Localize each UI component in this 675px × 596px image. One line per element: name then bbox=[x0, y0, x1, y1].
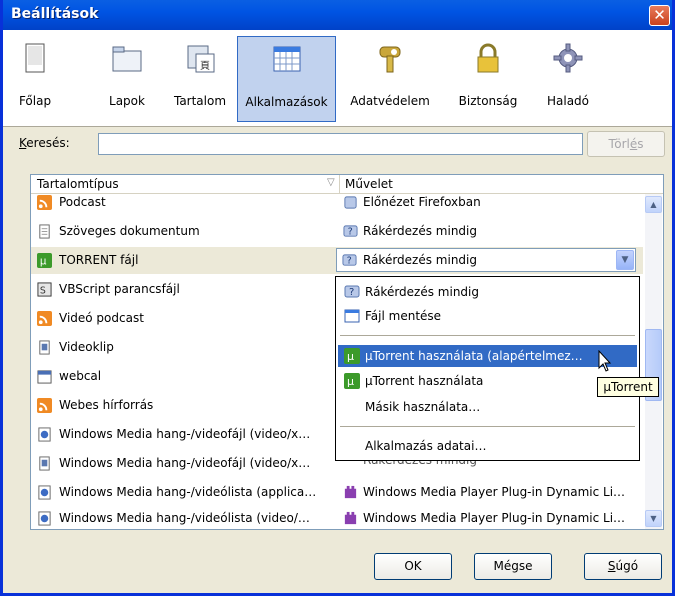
text-document-icon bbox=[39, 224, 50, 239]
tab-main-label: Főlap bbox=[18, 94, 52, 108]
security-icon bbox=[477, 43, 499, 73]
window-title: Beállítások bbox=[11, 6, 99, 22]
feed-icon bbox=[37, 195, 52, 210]
tab-privacy-label: Adatvédelem bbox=[350, 94, 430, 108]
tab-advanced-label: Haladó bbox=[546, 94, 590, 108]
svg-text:S: S bbox=[40, 285, 46, 296]
tab-applications-label: Alkalmazások bbox=[245, 95, 328, 109]
tab-main[interactable]: Főlap bbox=[10, 36, 60, 122]
windows-media-icon bbox=[38, 511, 51, 526]
svg-text:?: ? bbox=[347, 255, 352, 266]
settings-window: Beállítások ✕ Főlap Lapok 頁 Tartalom Alk… bbox=[0, 0, 675, 596]
cancel-button[interactable]: Mégse bbox=[474, 553, 552, 580]
menu-item-app-details[interactable]: Alkalmazás adatai… bbox=[338, 435, 637, 457]
menu-item-save-file[interactable]: Fájl mentése bbox=[338, 305, 637, 327]
menu-separator bbox=[340, 335, 635, 336]
menu-item-always-ask[interactable]: ? Rákérdezés mindig bbox=[338, 281, 637, 303]
script-icon: S bbox=[37, 282, 52, 297]
svg-text:頁: 頁 bbox=[200, 60, 210, 72]
content-icon: 頁 bbox=[187, 45, 215, 73]
chevron-down-icon: ▼ bbox=[650, 514, 657, 523]
help-button[interactable]: Súgó bbox=[584, 553, 662, 580]
tab-applications[interactable]: Alkalmazások bbox=[237, 36, 336, 122]
utorrent-icon: µ bbox=[37, 253, 52, 268]
search-input[interactable] bbox=[98, 133, 583, 155]
plugin-icon bbox=[344, 511, 357, 525]
windows-media-icon bbox=[38, 485, 51, 500]
svg-text:?: ? bbox=[348, 226, 353, 237]
table-row[interactable]: Podcast Előnézet Firefoxban bbox=[31, 189, 643, 216]
menu-item-utorrent[interactable]: µ µTorrent használata bbox=[338, 370, 637, 392]
tab-privacy[interactable]: Adatvédelem bbox=[345, 36, 435, 122]
ask-icon: ? bbox=[344, 285, 360, 298]
table-row[interactable]: Windows Media hang-/videólista (video/… … bbox=[31, 505, 643, 529]
svg-text:µ: µ bbox=[347, 350, 354, 363]
video-clip-icon bbox=[39, 456, 50, 471]
advanced-icon bbox=[553, 43, 583, 73]
tooltip: µTorrent bbox=[597, 377, 659, 397]
calendar-icon bbox=[37, 370, 52, 384]
svg-text:µ: µ bbox=[347, 375, 354, 388]
close-button[interactable]: ✕ bbox=[649, 5, 670, 26]
feed-icon bbox=[37, 398, 52, 413]
menu-item-use-other[interactable]: Másik használata… bbox=[338, 396, 637, 418]
mouse-cursor-icon bbox=[598, 350, 612, 372]
privacy-icon bbox=[379, 46, 401, 73]
sort-icon: ▽ bbox=[327, 177, 335, 188]
svg-text:µ: µ bbox=[40, 255, 47, 267]
utorrent-icon: µ bbox=[344, 373, 360, 389]
tab-content-label: Tartalom bbox=[173, 94, 227, 108]
applications-icon bbox=[273, 46, 300, 72]
chevron-down-icon[interactable]: ▼ bbox=[616, 250, 634, 270]
search-label: Keresés: bbox=[19, 136, 70, 150]
ask-icon: ? bbox=[343, 225, 358, 237]
tab-security-label: Biztonság bbox=[458, 94, 518, 108]
main-page-icon bbox=[25, 43, 45, 73]
ok-button[interactable]: OK bbox=[374, 553, 452, 580]
utorrent-icon: µ bbox=[344, 348, 360, 364]
tab-advanced[interactable]: Haladó bbox=[543, 36, 593, 122]
save-file-icon bbox=[344, 309, 360, 323]
preferences-toolbar: Főlap Lapok 頁 Tartalom Alkalmazások Adat… bbox=[3, 30, 672, 127]
tab-tabs-label: Lapok bbox=[109, 94, 145, 108]
title-bar[interactable]: Beállítások ✕ bbox=[3, 0, 672, 30]
clear-button[interactable]: Törlés bbox=[587, 131, 665, 157]
ask-icon: ? bbox=[342, 254, 357, 266]
table-row[interactable]: Szöveges dokumentum ? Rákérdezés mindig bbox=[31, 218, 643, 245]
menu-item-utorrent-default[interactable]: µ µTorrent használata (alapértelmez… bbox=[338, 345, 637, 367]
close-icon: ✕ bbox=[653, 6, 666, 24]
scroll-down-button[interactable]: ▼ bbox=[645, 510, 662, 527]
tab-tabs[interactable]: Lapok bbox=[102, 36, 152, 122]
tabs-icon bbox=[112, 46, 142, 72]
scroll-up-button[interactable]: ▲ bbox=[645, 196, 662, 213]
action-select[interactable]: ? Rákérdezés mindig ▼ bbox=[336, 248, 636, 272]
windows-media-icon bbox=[38, 427, 51, 442]
feed-icon bbox=[37, 311, 52, 326]
chevron-up-icon: ▲ bbox=[650, 200, 657, 209]
menu-separator bbox=[340, 426, 635, 427]
vertical-scrollbar[interactable]: ▲ ▼ bbox=[645, 194, 662, 529]
preview-icon bbox=[344, 196, 357, 209]
action-dropdown-menu: ? Rákérdezés mindig Fájl mentése µ µTorr… bbox=[335, 276, 640, 461]
svg-text:?: ? bbox=[349, 287, 354, 298]
table-row[interactable]: Windows Media hang-/videólista (applica…… bbox=[31, 479, 643, 506]
video-clip-icon bbox=[39, 340, 50, 355]
table-row-selected[interactable]: µ TORRENT fájl ? Rákérdezés mindig ▼ bbox=[31, 247, 643, 274]
tab-security[interactable]: Biztonság bbox=[453, 36, 523, 122]
tab-content[interactable]: 頁 Tartalom bbox=[168, 36, 232, 122]
plugin-icon bbox=[344, 485, 357, 499]
